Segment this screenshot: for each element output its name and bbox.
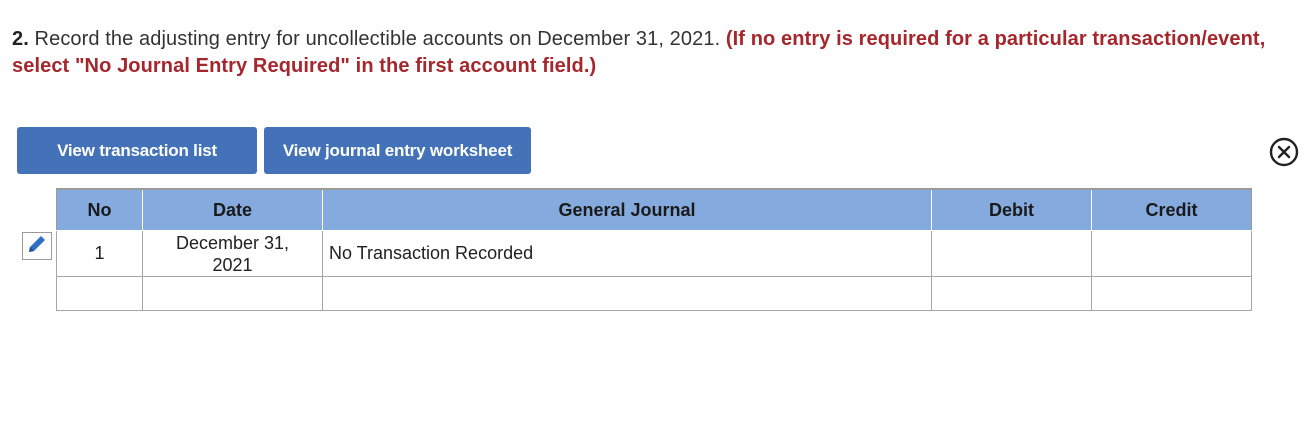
- cell-debit: [931, 230, 1092, 277]
- header-no: No: [56, 188, 143, 231]
- cell-no: 1: [56, 230, 143, 277]
- question-number: 2.: [12, 28, 29, 50]
- cell-credit: [1091, 230, 1252, 277]
- cell-general-journal: [322, 276, 932, 311]
- table-row[interactable]: 1 December 31, 2021 No Transaction Recor…: [56, 230, 1252, 277]
- header-credit: Credit: [1091, 188, 1252, 231]
- table-header-row: No Date General Journal Debit Credit: [56, 188, 1252, 231]
- view-transaction-list-button[interactable]: View transaction list: [17, 127, 257, 174]
- question-prompt: 2. Record the adjusting entry for uncoll…: [12, 26, 1282, 80]
- pencil-icon: [26, 233, 48, 260]
- cell-date: [142, 276, 323, 311]
- cell-general-journal: No Transaction Recorded: [322, 230, 932, 277]
- date-line-2: 2021: [212, 254, 253, 275]
- edit-entry-button[interactable]: [22, 232, 52, 260]
- close-circle-icon[interactable]: [1269, 137, 1299, 167]
- header-debit: Debit: [931, 188, 1092, 231]
- date-line-1: December 31,: [175, 232, 290, 253]
- journal-entry-table: No Date General Journal Debit Credit 1 D…: [56, 188, 1252, 311]
- cell-no: [56, 276, 143, 311]
- header-general-journal: General Journal: [322, 188, 932, 231]
- cell-date: December 31, 2021: [142, 230, 323, 277]
- table-row[interactable]: [56, 276, 1252, 311]
- cell-debit: [931, 276, 1092, 311]
- cell-credit: [1091, 276, 1252, 311]
- view-journal-entry-worksheet-button[interactable]: View journal entry worksheet: [264, 127, 531, 174]
- header-date: Date: [142, 188, 323, 231]
- question-text: Record the adjusting entry for uncollect…: [28, 28, 726, 50]
